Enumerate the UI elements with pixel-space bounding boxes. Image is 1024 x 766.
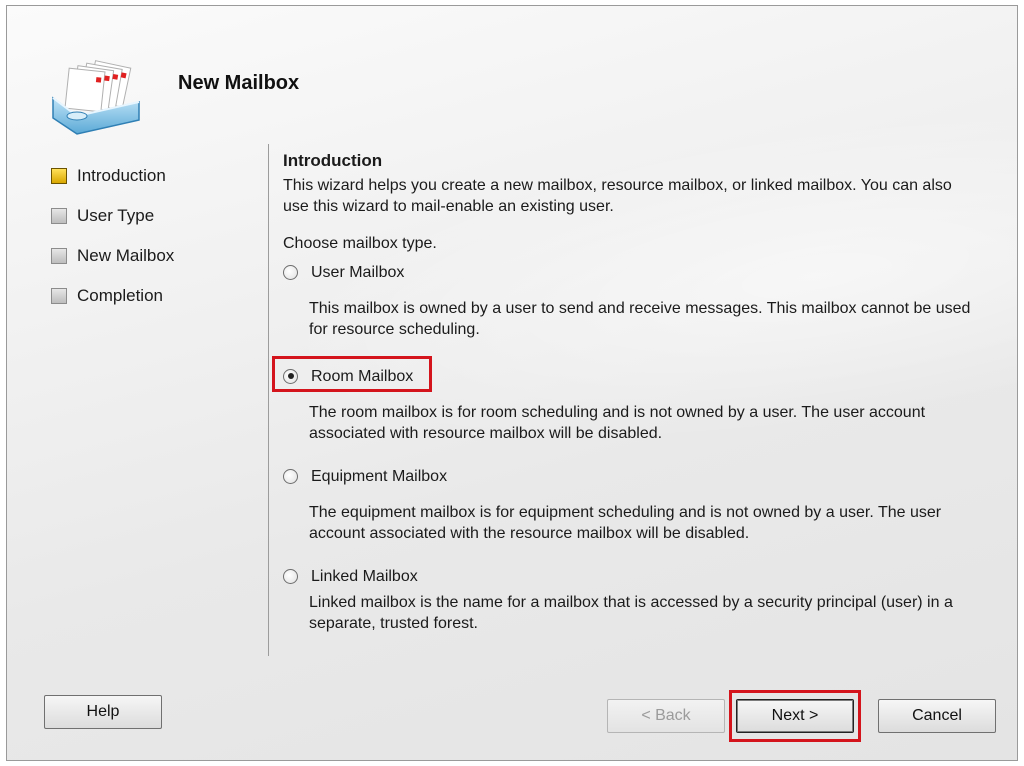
wizard-window: New Mailbox Introduction User Type New M…	[6, 5, 1018, 761]
cancel-button[interactable]: Cancel	[878, 699, 996, 733]
help-button[interactable]: Help	[44, 695, 162, 729]
step-introduction: Introduction	[51, 156, 261, 196]
choose-label: Choose mailbox type.	[283, 235, 437, 252]
option-room-mailbox[interactable]: Room Mailbox	[283, 364, 983, 388]
option-label[interactable]: Linked Mailbox	[311, 566, 418, 587]
option-label[interactable]: Equipment Mailbox	[311, 466, 447, 487]
option-description: The room mailbox is for room scheduling …	[309, 404, 926, 442]
option-label[interactable]: User Mailbox	[311, 262, 404, 283]
option-equipment-mailbox[interactable]: Equipment Mailbox	[283, 464, 983, 488]
radio-button[interactable]	[283, 568, 298, 584]
option-description: The equipment mailbox is for equipment s…	[309, 504, 942, 542]
wizard-steps: Introduction User Type New Mailbox Compl…	[51, 156, 261, 316]
option-label[interactable]: Room Mailbox	[311, 366, 413, 387]
vertical-divider	[268, 144, 269, 656]
wizard-content: Introduction This wizard helps you creat…	[283, 150, 983, 634]
step-user-type: User Type	[51, 196, 261, 236]
next-button[interactable]: Next >	[736, 699, 854, 733]
step-new-mailbox: New Mailbox	[51, 236, 261, 276]
back-button[interactable]: < Back	[607, 699, 725, 733]
step-completion: Completion	[51, 276, 261, 316]
radio-dot-icon	[287, 373, 294, 379]
section-title: Introduction	[283, 151, 383, 170]
step-label: Introduction	[77, 166, 166, 185]
radio-button[interactable]	[283, 468, 298, 484]
step-label: Completion	[77, 286, 163, 305]
option-description: Linked mailbox is the name for a mailbox…	[309, 594, 953, 632]
step-label: New Mailbox	[77, 246, 175, 265]
intro-text: This wizard helps you create a new mailb…	[283, 177, 952, 215]
step-active-icon	[51, 168, 67, 184]
step-inactive-icon	[51, 248, 67, 264]
option-description: This mailbox is owned by a user to send …	[309, 300, 971, 338]
mailbox-stack-icon	[52, 60, 140, 135]
wizard-title: New Mailbox	[178, 72, 300, 94]
option-user-mailbox[interactable]: User Mailbox	[283, 260, 983, 284]
step-inactive-icon	[51, 208, 67, 224]
step-label: User Type	[77, 206, 155, 225]
option-linked-mailbox[interactable]: Linked Mailbox	[283, 564, 983, 588]
radio-button[interactable]	[283, 264, 298, 280]
radio-button-selected[interactable]	[283, 368, 298, 384]
step-inactive-icon	[51, 288, 67, 304]
